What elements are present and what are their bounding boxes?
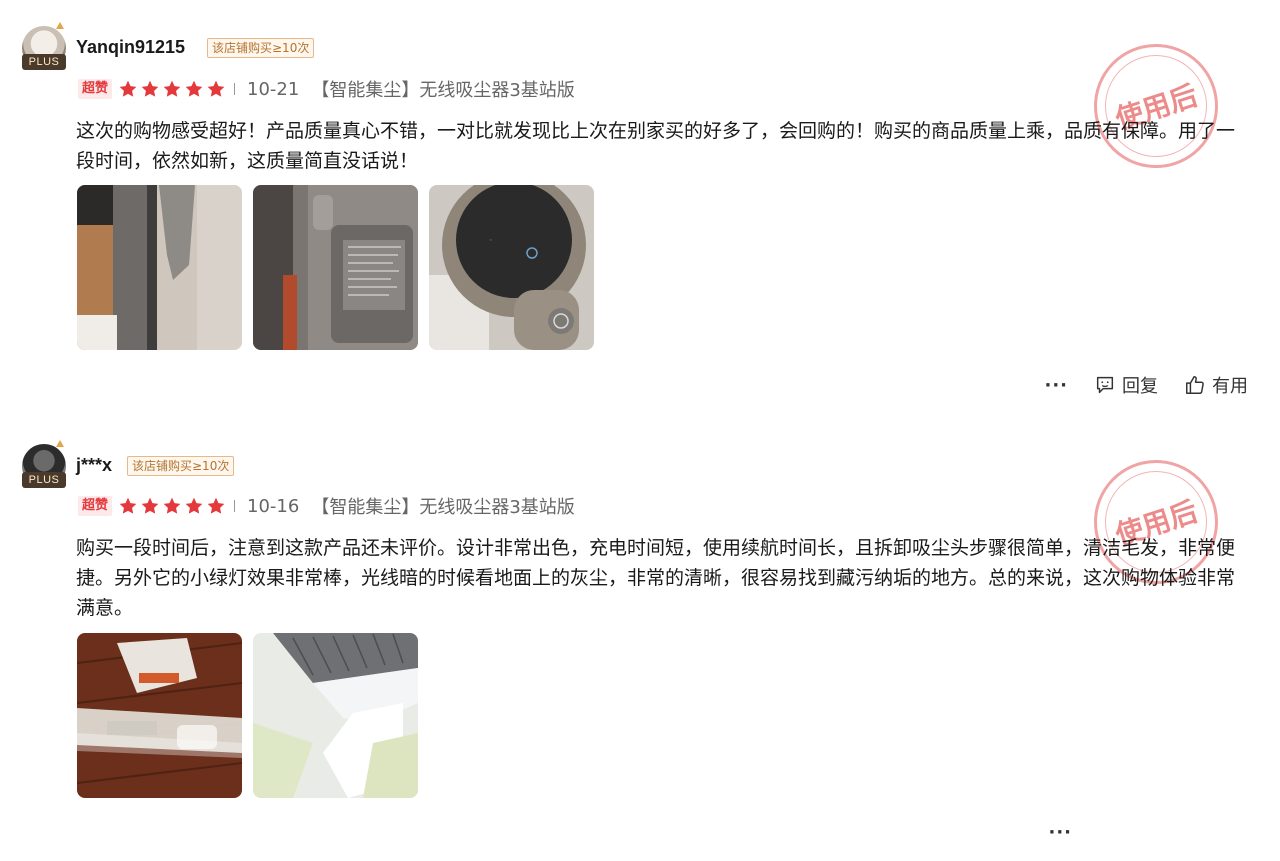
username[interactable]: j***x	[76, 455, 112, 476]
svg-text:◦: ◦	[489, 237, 493, 244]
avatar[interactable]: PLUS	[22, 22, 66, 70]
review-date: 10-21	[247, 78, 300, 100]
plus-badge: PLUS	[22, 472, 66, 488]
divider	[234, 83, 236, 95]
star-icon	[141, 497, 159, 514]
crown-icon	[56, 440, 64, 447]
reply-button[interactable]: 回复	[1094, 372, 1158, 398]
rating-row: 超赞 10-16 【智能集尘】无线吸尘器3基站版	[78, 495, 575, 518]
star-icon	[207, 80, 225, 97]
star-icon	[185, 497, 203, 514]
useful-button[interactable]: 有用	[1184, 372, 1248, 398]
divider	[234, 500, 236, 512]
thumbs-up-icon	[1186, 376, 1204, 394]
review-item: PLUS Yanqin91215 该店铺购买≥10次 超赞 10-21 【智能集…	[0, 0, 1280, 416]
review-actions: ··· 回复 有用	[1044, 372, 1248, 398]
username[interactable]: Yanqin91215	[76, 37, 185, 58]
review-actions: ···	[1048, 820, 1248, 844]
vacuum-side-photo	[77, 185, 242, 350]
reply-icon	[1096, 376, 1114, 394]
vacuum-battery-label-photo	[253, 185, 418, 350]
brush-head-photo	[253, 633, 418, 798]
crown-icon	[56, 22, 64, 29]
review-photo[interactable]	[77, 185, 242, 350]
star-icon	[141, 80, 159, 97]
super-like-tag: 超赞	[78, 79, 113, 99]
star-rating	[118, 79, 226, 99]
product-variant: 【智能集尘】无线吸尘器3基站版	[311, 497, 575, 518]
review-text: 购买一段时间后，注意到这款产品还未评价。设计非常出色，充电时间短，使用续航时间长…	[76, 537, 1236, 619]
useful-label: 有用	[1212, 376, 1248, 397]
more-button[interactable]: ···	[1044, 375, 1068, 396]
plus-badge: PLUS	[22, 54, 66, 70]
star-icon	[163, 80, 181, 97]
avatar[interactable]: PLUS	[22, 440, 66, 488]
reply-label: 回复	[1122, 376, 1158, 397]
star-icon	[163, 497, 181, 514]
super-like-tag: 超赞	[78, 496, 113, 516]
review-text: 这次的购物感受超好！产品质量真心不错，一对比就发现比上次在别家买的好多了，会回购…	[76, 120, 1236, 172]
star-icon	[119, 497, 137, 514]
accessories-photo	[77, 633, 242, 798]
review-date: 10-16	[247, 495, 300, 517]
star-icon	[207, 497, 225, 514]
review-photo[interactable]: ◦	[429, 185, 594, 350]
review-photo[interactable]	[77, 633, 242, 798]
star-icon	[185, 80, 203, 97]
product-variant: 【智能集尘】无线吸尘器3基站版	[311, 80, 575, 101]
review-photo[interactable]	[253, 185, 418, 350]
rating-row: 超赞 10-21 【智能集尘】无线吸尘器3基站版	[78, 78, 575, 101]
purchase-count-tag: 该店铺购买≥10次	[127, 456, 235, 476]
vacuum-display-photo: ◦	[429, 185, 594, 350]
review-photo[interactable]	[253, 633, 418, 798]
review-item: PLUS j***x 该店铺购买≥10次 超赞 10-16 【智能集尘】无线吸尘…	[0, 416, 1280, 861]
star-rating	[118, 496, 226, 516]
review-list: PLUS Yanqin91215 该店铺购买≥10次 超赞 10-21 【智能集…	[0, 0, 1280, 861]
more-button[interactable]: ···	[1048, 822, 1072, 843]
star-icon	[119, 80, 137, 97]
purchase-count-tag: 该店铺购买≥10次	[207, 38, 315, 58]
